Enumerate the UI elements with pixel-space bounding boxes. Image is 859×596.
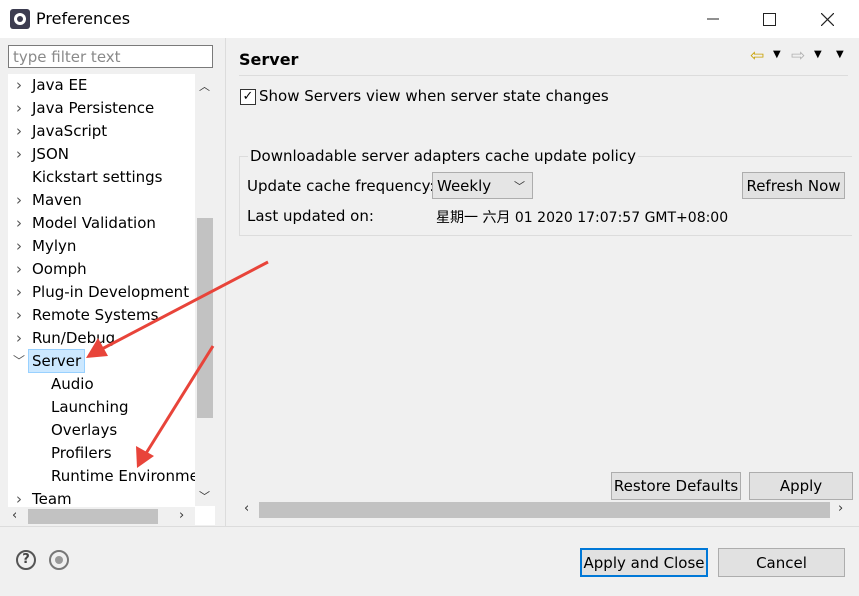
scroll-right-icon[interactable]: › <box>179 508 184 523</box>
tree-item[interactable]: Launching <box>8 396 198 418</box>
tree-item[interactable]: › JSON <box>8 143 198 165</box>
tree-item-label: Model Validation <box>32 214 156 232</box>
chevron-down-icon[interactable]: ﹀ <box>12 350 26 372</box>
tree-item[interactable]: › Plug-in Development <box>8 281 198 303</box>
tree-item[interactable]: Runtime Environme <box>8 465 199 487</box>
update-frequency-label: Update cache frequency: <box>247 177 435 195</box>
scroll-up-icon[interactable]: ︿ <box>199 78 210 94</box>
tree-item-label: Java EE <box>32 76 88 94</box>
tree-item[interactable]: Audio <box>8 373 198 395</box>
apply-and-close-button[interactable]: Apply and Close <box>580 548 708 577</box>
tree-item-label: Profilers <box>51 444 112 462</box>
pane-splitter[interactable] <box>225 38 226 526</box>
title-separator <box>239 75 848 76</box>
minimize-button[interactable] <box>684 0 742 38</box>
close-icon <box>820 12 834 26</box>
tree-item[interactable]: › Maven <box>8 189 198 211</box>
page-horizontal-scroll-thumb[interactable] <box>259 502 830 518</box>
tree-item[interactable]: › Model Validation <box>8 212 198 234</box>
tree-item-label: JSON <box>32 145 69 163</box>
chevron-right-icon[interactable]: › <box>12 97 26 119</box>
scroll-down-icon[interactable]: ﹀ <box>199 488 210 504</box>
tree-item[interactable]: › Oomph <box>8 258 198 280</box>
tree-item-label: Launching <box>51 398 129 416</box>
forward-menu-chevron-icon[interactable]: ▼ <box>814 49 822 60</box>
forward-arrow-icon[interactable]: ⇨ <box>791 46 805 66</box>
tree-item-label: Audio <box>51 375 94 393</box>
tree-item-label: Overlays <box>51 421 118 439</box>
tree-item-label: Java Persistence <box>32 99 155 117</box>
cache-policy-group-title: Downloadable server adapters cache updat… <box>248 147 638 165</box>
chevron-right-icon[interactable]: › <box>12 281 26 303</box>
close-button[interactable] <box>798 0 856 38</box>
view-menu-icon[interactable]: ▼ <box>836 49 844 60</box>
last-updated-label: Last updated on: <box>247 207 374 225</box>
tree-item-label: Server <box>28 349 86 373</box>
chevron-right-icon[interactable]: › <box>12 143 26 165</box>
apply-button[interactable]: Apply <box>749 472 853 500</box>
tree-item[interactable]: Profilers <box>8 442 198 464</box>
preferences-tree: › Java EE › Java Persistence › JavaScript › JSO… <box>8 74 215 525</box>
tree-item[interactable]: Kickstart settings <box>8 166 198 188</box>
tree-item[interactable]: › Java Persistence <box>8 97 198 119</box>
checkmark-icon: ✓ <box>242 89 254 104</box>
scroll-left-icon[interactable]: ‹ <box>12 508 17 523</box>
maximize-button[interactable] <box>740 0 798 38</box>
last-updated-value: 星期一 六月 01 2020 17:07:57 GMT+08:00 <box>436 210 729 226</box>
refresh-now-button[interactable]: Refresh Now <box>742 172 845 199</box>
scroll-right-icon[interactable]: › <box>838 501 843 516</box>
back-menu-chevron-icon[interactable]: ▼ <box>773 49 781 60</box>
maximize-icon <box>762 12 776 26</box>
eclipse-app-icon <box>10 9 30 29</box>
chevron-down-icon: ﹀ <box>514 180 525 193</box>
tree-item-label: Plug-in Development <box>32 283 190 301</box>
window-title: Preferences <box>36 9 131 28</box>
chevron-right-icon[interactable]: › <box>12 327 26 349</box>
chevron-right-icon[interactable]: › <box>12 189 26 211</box>
tree-item-label: JavaScript <box>32 122 108 140</box>
tree-item-label: Maven <box>32 191 82 209</box>
tree-item[interactable]: › Remote Systems <box>8 304 198 326</box>
tree-item[interactable]: › Java EE <box>8 74 198 96</box>
restore-defaults-button[interactable]: Restore Defaults <box>611 472 741 500</box>
page-title: Server <box>239 50 299 69</box>
record-icon[interactable] <box>49 550 69 570</box>
tree-item[interactable]: ﹀ Server <box>8 349 198 373</box>
tree-item[interactable]: › Mylyn <box>8 235 198 257</box>
tree-item[interactable]: › JavaScript <box>8 120 198 142</box>
tree-item-label: Mylyn <box>32 237 77 255</box>
footer-separator <box>0 526 859 527</box>
show-servers-checkbox[interactable]: ✓ <box>240 89 256 105</box>
chevron-right-icon[interactable]: › <box>12 235 26 257</box>
tree-item[interactable]: › Run/Debug <box>8 327 198 349</box>
tree-horizontal-scroll-thumb[interactable] <box>28 509 158 524</box>
chevron-right-icon[interactable]: › <box>12 258 26 280</box>
chevron-right-icon[interactable]: › <box>12 74 26 96</box>
scroll-left-icon[interactable]: ‹ <box>244 501 249 516</box>
tree-item-label: Run/Debug <box>32 329 116 347</box>
tree-item-label: Oomph <box>32 260 87 278</box>
filter-input[interactable] <box>8 45 213 68</box>
minimize-icon <box>707 18 719 20</box>
chevron-right-icon[interactable]: › <box>12 212 26 234</box>
cancel-button[interactable]: Cancel <box>718 548 845 577</box>
tree-item-label: Kickstart settings <box>32 168 163 186</box>
update-frequency-value: Weekly <box>437 177 492 195</box>
back-arrow-icon[interactable]: ⇦ <box>750 46 764 66</box>
chevron-right-icon[interactable]: › <box>12 120 26 142</box>
tree-item-label: Runtime Environme <box>51 467 199 485</box>
tree-vertical-scroll-thumb[interactable] <box>197 218 213 418</box>
show-servers-label: Show Servers view when server state chan… <box>259 87 609 105</box>
tree-item-label: Remote Systems <box>32 306 159 324</box>
chevron-right-icon[interactable]: › <box>12 304 26 326</box>
tree-item[interactable]: Overlays <box>8 419 198 441</box>
help-icon[interactable]: ? <box>16 550 36 570</box>
